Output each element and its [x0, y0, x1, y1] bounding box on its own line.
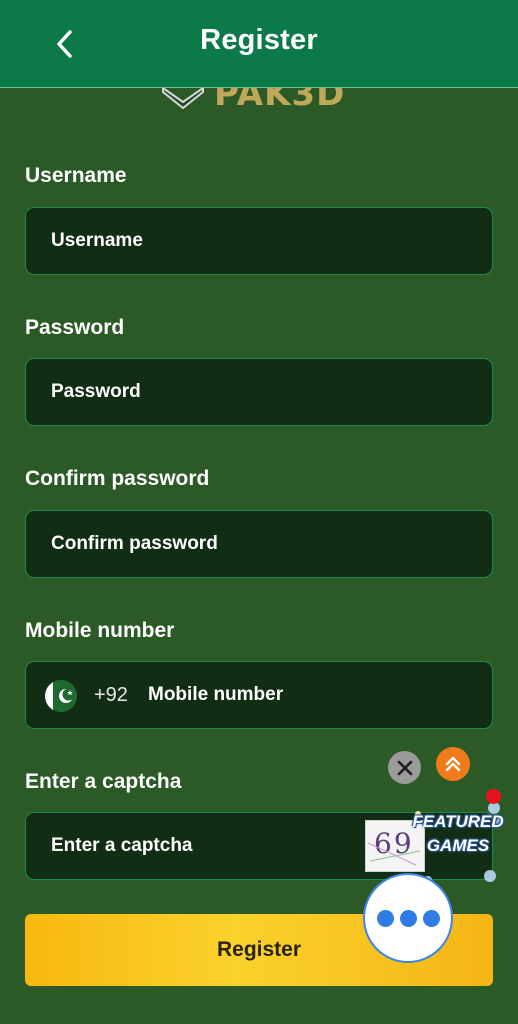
password-label: Password [25, 316, 125, 339]
featured-line-2: GAMES [426, 836, 490, 855]
password-field[interactable]: Password [25, 358, 493, 426]
close-icon [397, 760, 412, 775]
double-chevron-up-icon [445, 756, 461, 772]
page-title: Register [200, 24, 318, 56]
mobile-number-field[interactable]: +92 Mobile number [25, 661, 493, 729]
confirm-password-label: Confirm password [25, 467, 210, 490]
brand-logo: PAK3D [160, 88, 350, 112]
password-placeholder: Password [51, 381, 141, 402]
username-label: Username [25, 164, 127, 187]
notification-dot [486, 789, 501, 804]
more-dot [422, 909, 440, 927]
more-options-button[interactable] [363, 873, 453, 963]
pakistan-flag-icon[interactable] [45, 680, 77, 712]
country-code[interactable]: +92 [94, 662, 128, 728]
captcha-placeholder: Enter a captcha [51, 835, 193, 856]
username-field[interactable]: Username [25, 207, 493, 275]
scroll-top-button[interactable] [436, 747, 470, 781]
mobile-number-label: Mobile number [25, 619, 175, 642]
mobile-number-placeholder: Mobile number [148, 684, 284, 705]
more-dots-icon [376, 909, 394, 927]
username-placeholder: Username [51, 230, 143, 251]
close-floating-button[interactable] [388, 751, 421, 784]
logo-text: PAK3D [214, 88, 346, 112]
confirm-password-placeholder: Confirm password [51, 533, 218, 554]
top-bar: Register [0, 0, 518, 88]
captcha-label: Enter a captcha [25, 770, 182, 793]
logo-emblem-icon [162, 88, 204, 110]
more-dot [399, 909, 417, 927]
featured-games-badge[interactable]: FEATURED GAMES [410, 796, 506, 888]
featured-line-1: FEATURED [412, 812, 504, 831]
confirm-password-field[interactable]: Confirm password [25, 510, 493, 578]
